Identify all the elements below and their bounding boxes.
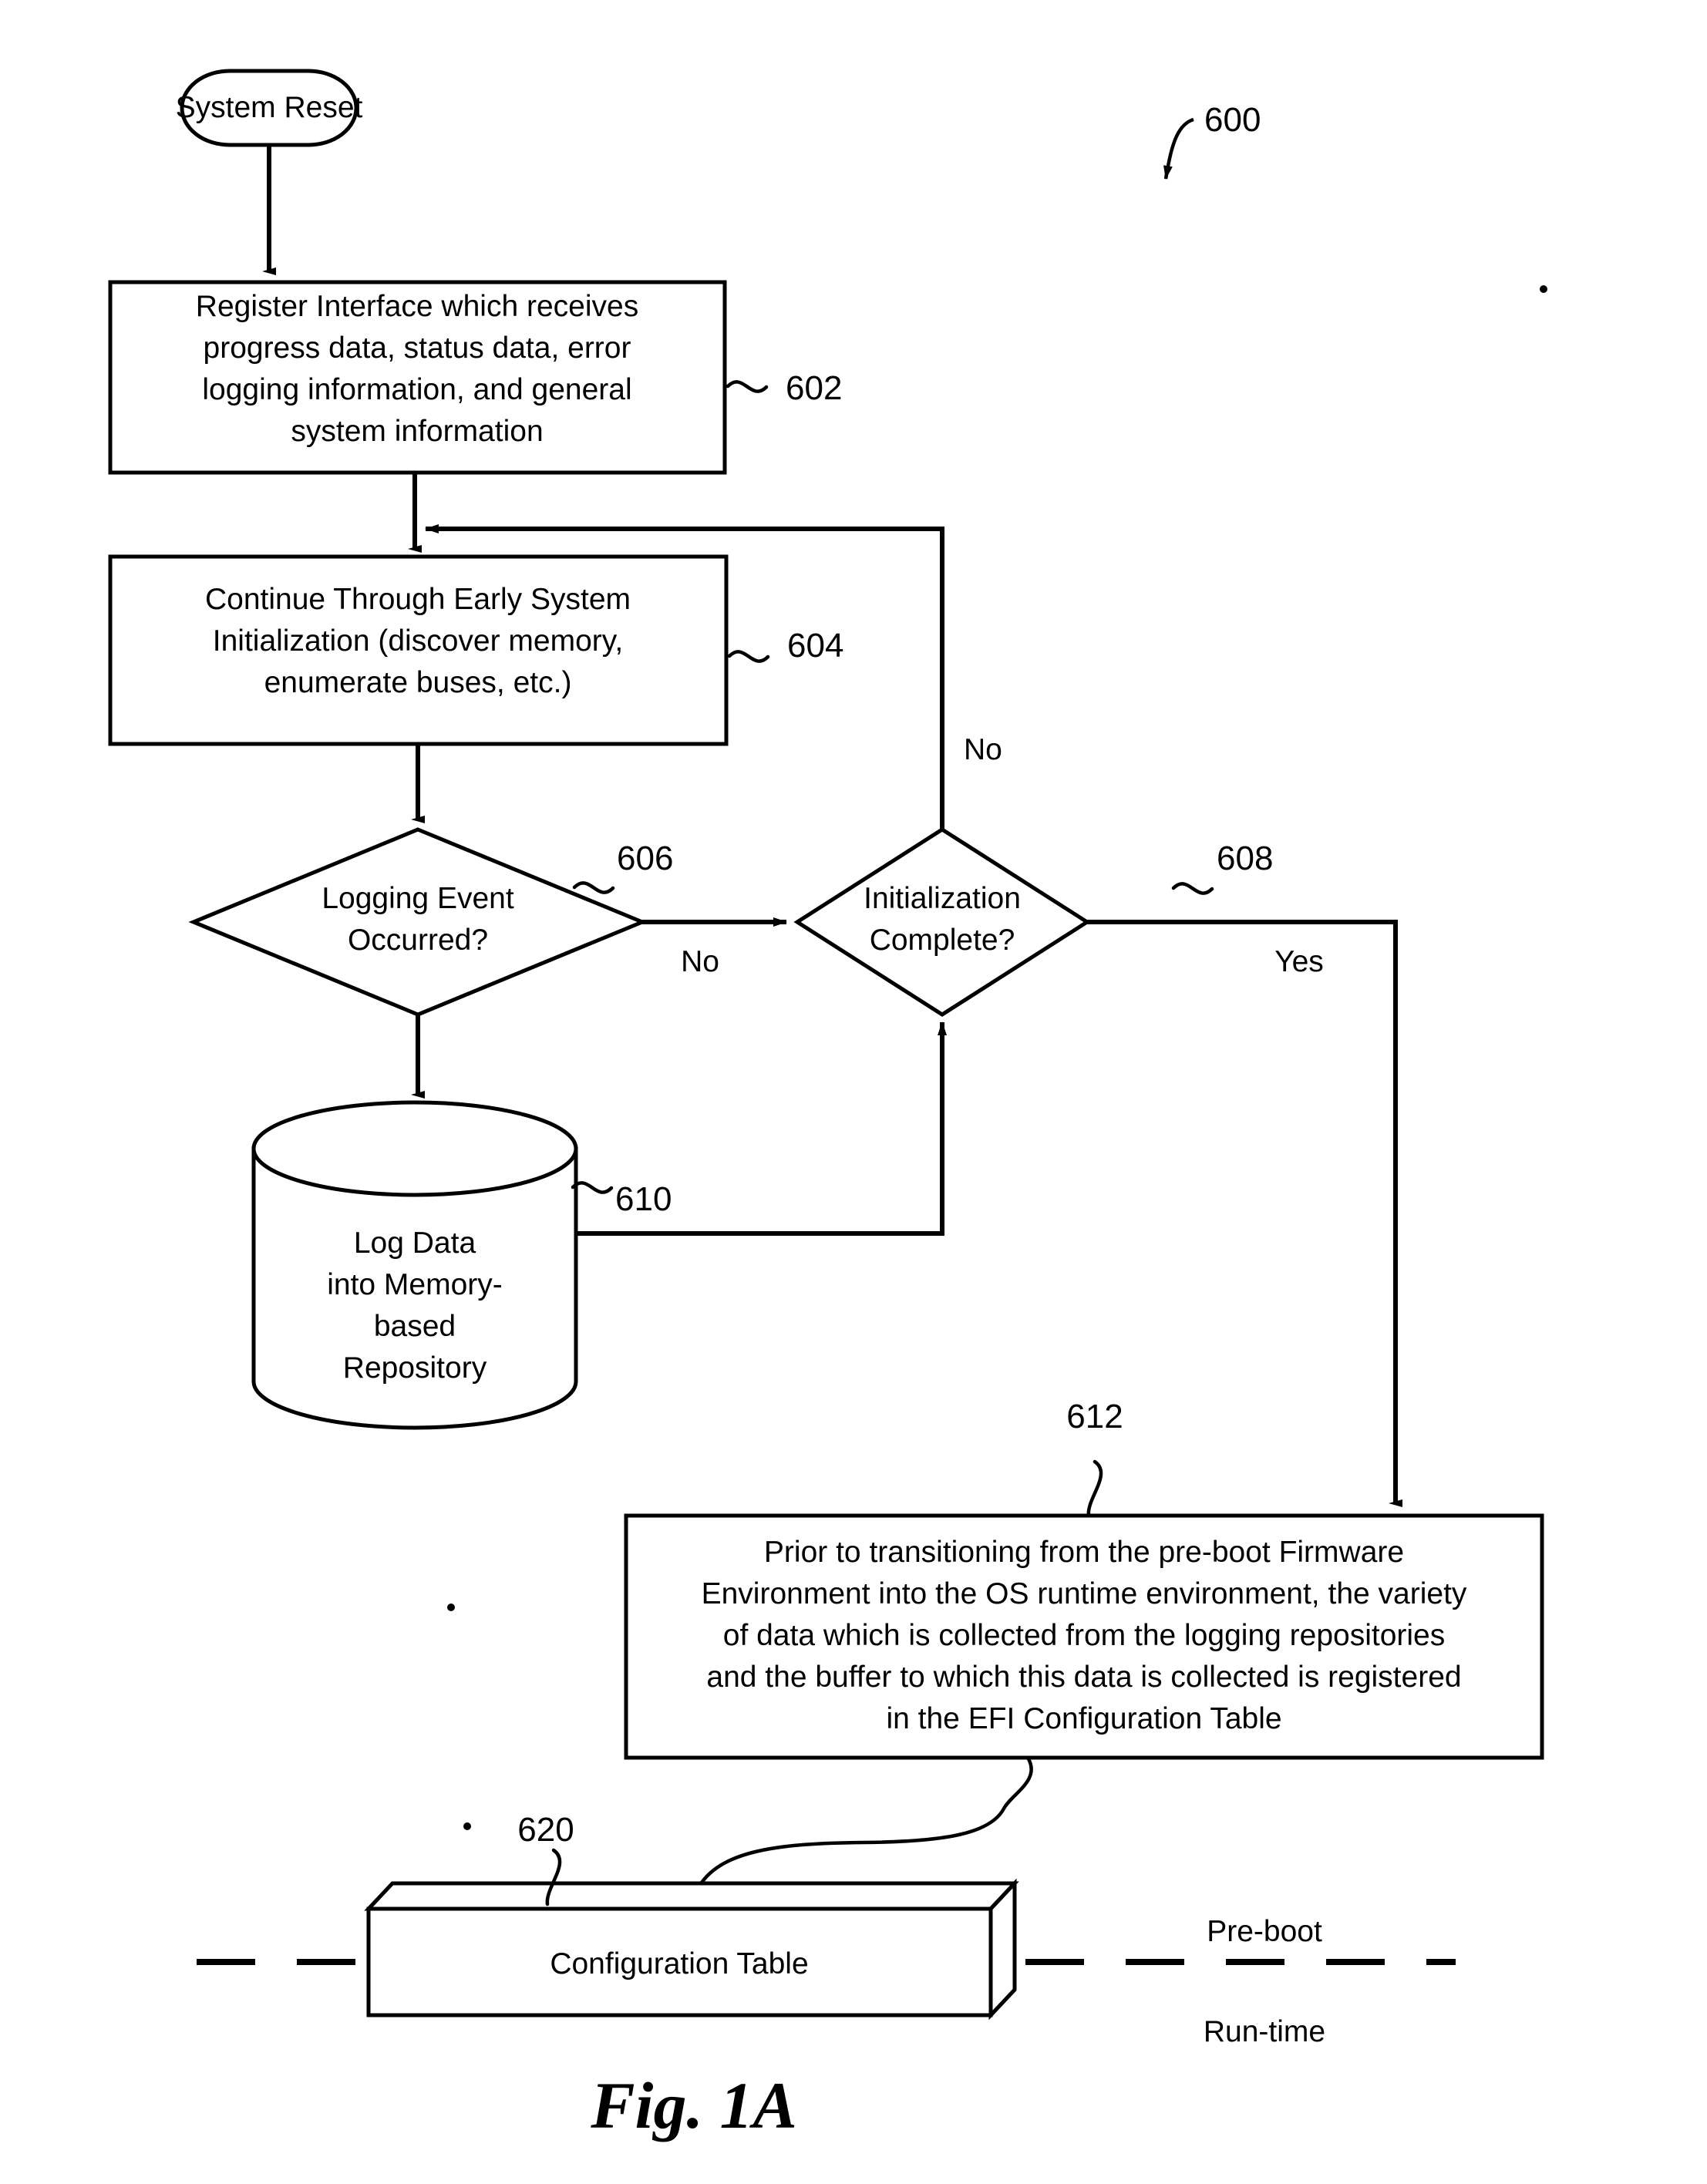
ref-number-620: 620 (517, 1811, 574, 1849)
edge-612-to-config-table (692, 1756, 1033, 1896)
node-612-line-3: and the buffer to which this data is col… (706, 1661, 1461, 1694)
node-602-line-0: Register Interface which receives (196, 290, 638, 323)
ref-number-608: 608 (1217, 840, 1273, 877)
node-612-line-0: Prior to transitioning from the pre-boot… (764, 1536, 1404, 1569)
node-init-complete-decision: Initialization Complete? (793, 827, 1091, 1017)
node-604-line-2: enumerate buses, etc.) (264, 666, 572, 699)
ref-leader-604: 604 (727, 627, 843, 665)
ref-leader-612: 612 (1066, 1398, 1123, 1518)
node-604-line-0: Continue Through Early System (205, 583, 631, 616)
flowchart-canvas: System Reset Register Interface which re… (108, 69, 1547, 2142)
node-efi-registration: Prior to transitioning from the pre-boot… (624, 1513, 1544, 1760)
edge-608-yes-to-612: Yes (1087, 920, 1402, 1507)
ref-number-604: 604 (787, 627, 843, 665)
ref-leader-606: 606 (572, 840, 673, 894)
ref-number-602: 602 (786, 369, 842, 407)
edge-label-608-yes: Yes (1274, 945, 1324, 978)
node-608-line-1: Complete? (870, 924, 1015, 957)
ref-leader-602: 602 (726, 369, 842, 407)
ref-number-606: 606 (617, 840, 673, 877)
node-logging-event-decision: Logging Event Occurred? (188, 827, 648, 1017)
ref-leader-610: 610 (571, 1180, 672, 1218)
edge-606-no-to-608: No (642, 917, 787, 978)
scan-speck-1 (1540, 285, 1547, 293)
node-610-line-0: Log Data (354, 1227, 476, 1260)
node-610-line-3: Repository (343, 1351, 487, 1385)
node-612-line-1: Environment into the OS runtime environm… (702, 1577, 1467, 1610)
phase-label-preboot: Pre-boot (1207, 1915, 1322, 1948)
node-610-line-2: based (374, 1310, 456, 1343)
node-612-line-4: in the EFI Configuration Table (886, 1702, 1281, 1735)
patent-figure: System Reset Register Interface which re… (0, 0, 1707, 2184)
node-608-line-0: Initialization (864, 882, 1021, 915)
node-604-line-1: Initialization (discover memory, (213, 624, 623, 658)
node-log-repository: Log Data into Memory- based Repository (251, 1100, 578, 1430)
node-602-line-3: system information (291, 415, 543, 448)
ref-number-612: 612 (1066, 1398, 1123, 1435)
node-early-init: Continue Through Early System Initializa… (108, 554, 729, 746)
node-606-line-0: Logging Event (322, 882, 514, 915)
node-system-reset: System Reset (176, 69, 363, 147)
phase-label-runtime: Run-time (1204, 2015, 1325, 2048)
node-620-label: Configuration Table (550, 1947, 808, 1980)
node-602-line-2: logging information, and general (202, 373, 631, 406)
scan-speck-2 (447, 1604, 455, 1611)
node-register-interface: Register Interface which receives progre… (108, 280, 727, 475)
node-system-reset-label: System Reset (176, 91, 363, 124)
node-configuration-table: Configuration Table (364, 1878, 1019, 2021)
ref-number-610: 610 (615, 1180, 672, 1218)
node-606-line-1: Occurred? (348, 924, 488, 957)
node-612-line-2: of data which is collected from the logg… (723, 1619, 1446, 1652)
ref-number-600: 600 (1204, 101, 1261, 139)
node-610-line-1: into Memory- (327, 1268, 503, 1301)
edge-label-608-no: No (964, 733, 1002, 766)
scan-speck-3 (463, 1822, 471, 1830)
node-602-line-1: progress data, status data, error (204, 331, 631, 365)
figure-ref-600: 600 (1163, 101, 1261, 180)
figure-caption: Fig. 1A (590, 2068, 797, 2142)
ref-leader-608: 608 (1171, 840, 1273, 895)
edge-label-606-no: No (681, 945, 719, 978)
